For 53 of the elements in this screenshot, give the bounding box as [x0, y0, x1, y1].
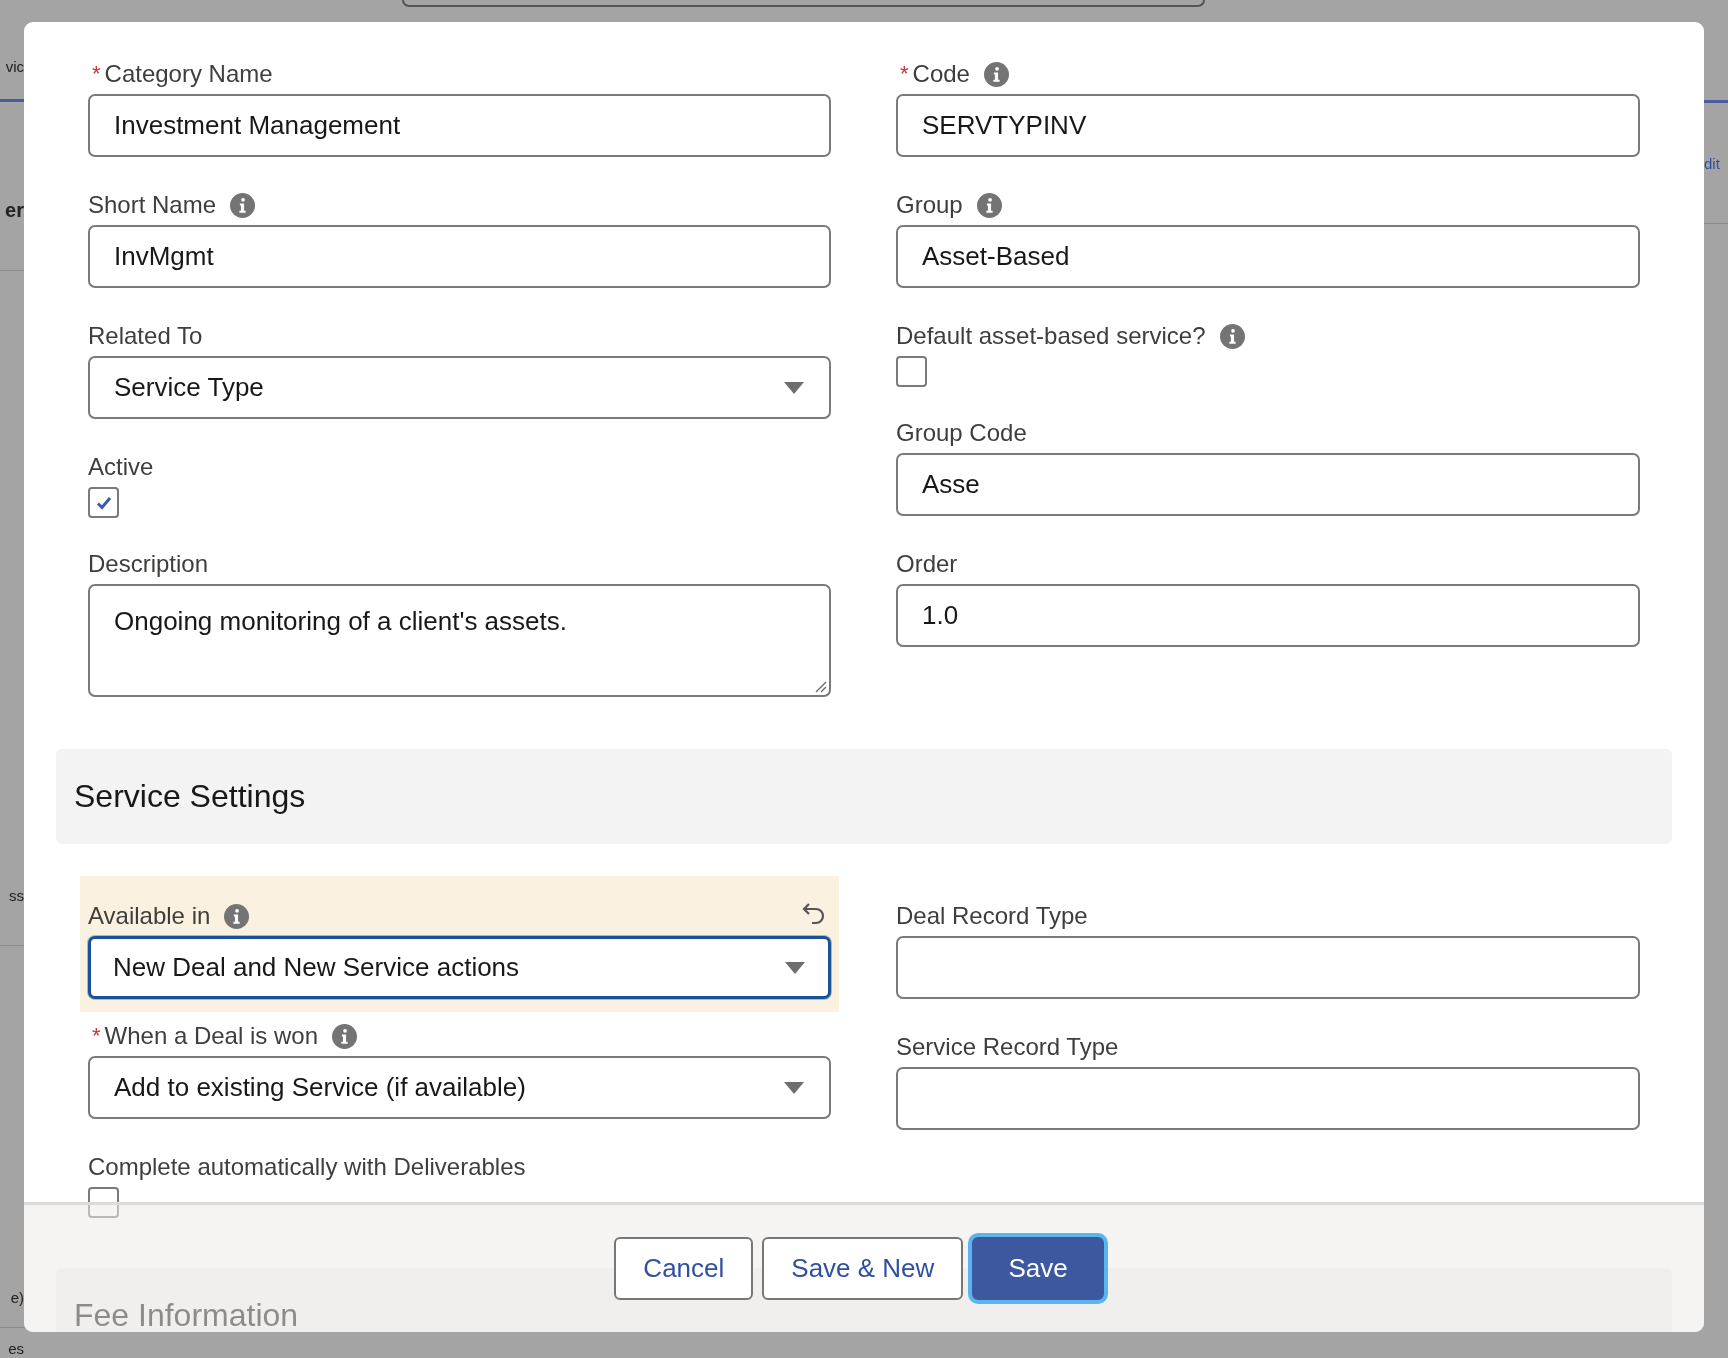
- field-label: Group: [896, 191, 963, 219]
- field-label: Category Name: [104, 60, 273, 88]
- field-label: Short Name: [88, 191, 217, 219]
- section-title: Fee Information: [74, 1297, 299, 1332]
- input-field[interactable]: Asse: [896, 453, 1640, 516]
- field-label: Group Code: [896, 419, 1027, 447]
- checkbox[interactable]: [896, 356, 927, 387]
- checkbox[interactable]: [88, 1187, 119, 1218]
- background-text: ss: [9, 886, 24, 904]
- field-label: Available in: [88, 902, 211, 930]
- input-field[interactable]: [896, 1067, 1640, 1130]
- field-label: Deal Record Type: [896, 902, 1088, 930]
- info-icon[interactable]: [332, 1023, 357, 1049]
- background-text: vic: [5, 58, 24, 75]
- undo-icon[interactable]: [801, 900, 827, 926]
- background-text: e): [10, 1288, 24, 1306]
- caret-icon: [783, 1080, 805, 1095]
- required-mark: *: [900, 61, 909, 87]
- field-label: Service Record Type: [896, 1033, 1119, 1061]
- required-mark: *: [92, 1023, 101, 1049]
- field-label: When a Deal is won: [104, 1022, 318, 1050]
- required-mark: *: [92, 61, 101, 87]
- dropdown-field[interactable]: New Deal and New Service actions: [88, 936, 831, 999]
- input-field[interactable]: InvMgmt: [88, 225, 831, 288]
- info-icon[interactable]: [976, 192, 1002, 218]
- field-label: Default asset-based service?: [896, 322, 1206, 350]
- footer-button[interactable]: Cancel: [614, 1237, 754, 1300]
- field-label: Description: [88, 550, 209, 578]
- caret-icon: [784, 960, 806, 975]
- checkbox[interactable]: [88, 487, 119, 518]
- background-text: er: [5, 198, 24, 222]
- footer-button[interactable]: Save & New: [762, 1237, 964, 1300]
- dropdown-field[interactable]: Add to existing Service (if available): [88, 1056, 831, 1119]
- field-label: Active: [88, 453, 154, 481]
- field-label: Related To: [88, 322, 203, 350]
- section-title: Service Settings: [74, 778, 306, 815]
- input-field[interactable]: 1.0: [896, 584, 1640, 647]
- field-label: Code: [912, 60, 970, 88]
- input-field[interactable]: [896, 936, 1640, 999]
- field-label: Complete automatically with Deliverables: [88, 1153, 526, 1181]
- input-field[interactable]: Investment Management: [88, 94, 831, 157]
- text-area[interactable]: Ongoing monitoring of a client's assets.: [88, 584, 831, 697]
- background-text: es: [8, 1339, 24, 1357]
- field-label: Order: [896, 550, 958, 578]
- caret-icon: [783, 380, 805, 395]
- info-icon[interactable]: [224, 903, 250, 929]
- dropdown-field[interactable]: Service Type: [88, 356, 831, 419]
- info-icon[interactable]: [1219, 323, 1245, 349]
- input-field[interactable]: Asset-Based: [896, 225, 1640, 288]
- resize-handle-icon[interactable]: [813, 679, 827, 693]
- input-field[interactable]: SERVTYPINV: [896, 94, 1640, 157]
- info-icon[interactable]: [230, 192, 256, 218]
- info-icon[interactable]: [983, 61, 1009, 87]
